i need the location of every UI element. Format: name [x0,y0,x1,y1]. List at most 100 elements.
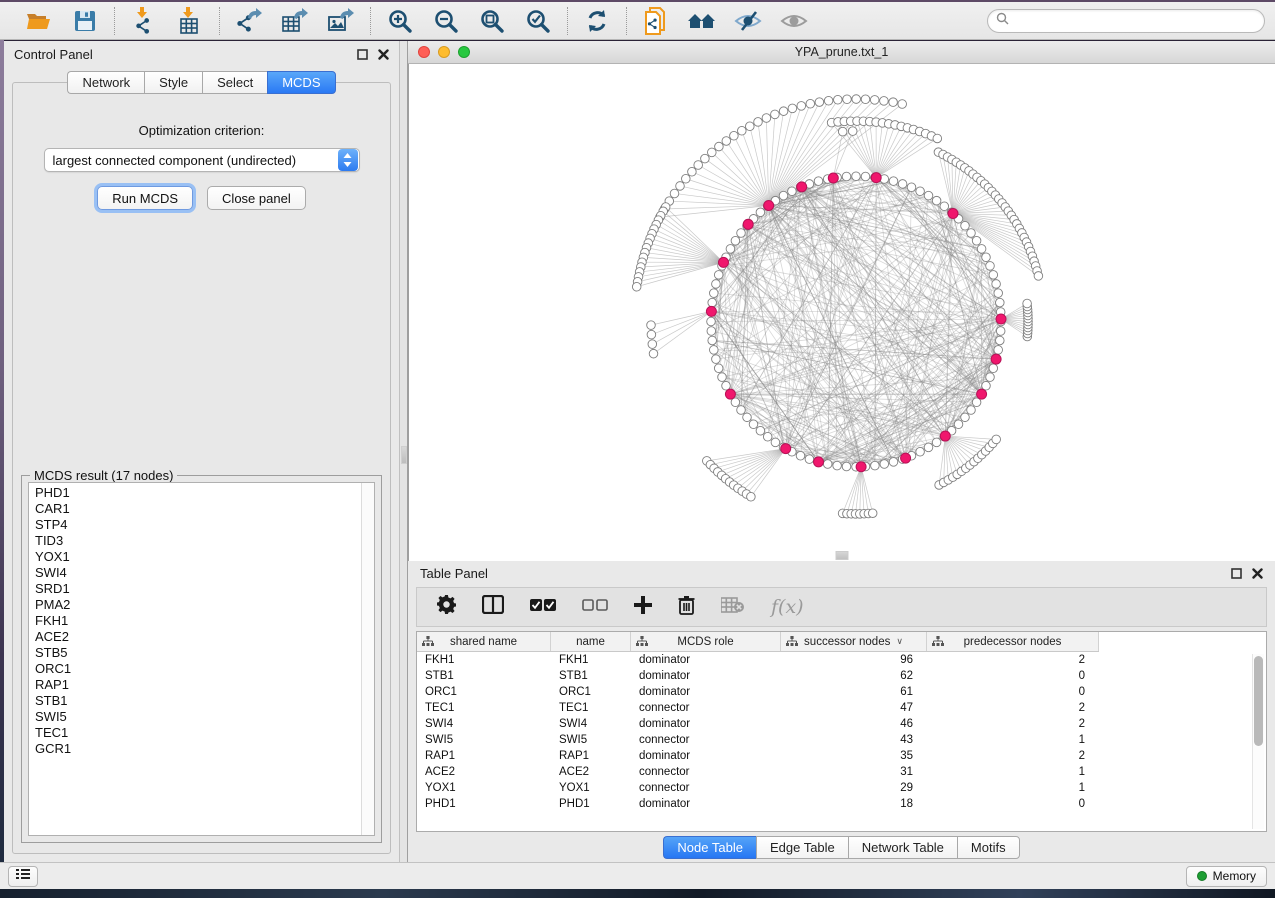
cell-MCDS-role[interactable]: dominator [631,670,781,682]
cell-successor-nodes[interactable]: 47 [781,702,927,714]
close-table-panel-icon[interactable] [1252,568,1263,579]
gear-button[interactable] [437,595,456,619]
tab-network-table[interactable]: Network Table [848,836,957,859]
cell-name[interactable]: YOX1 [551,782,631,794]
cell-name[interactable]: SWI5 [551,734,631,746]
mcds-node-item[interactable]: PMA2 [35,597,374,613]
cell-successor-nodes[interactable]: 96 [781,654,927,666]
column-header-name[interactable]: name [551,632,631,651]
cell-MCDS-role[interactable]: dominator [631,750,781,762]
mcds-node-item[interactable]: YOX1 [35,549,374,565]
table-row[interactable]: FKH1FKH1dominator962 [417,652,1099,668]
table-scrollbar-thumb[interactable] [1254,656,1263,746]
export-image-button[interactable] [326,6,356,36]
close-panel-icon[interactable] [378,49,389,60]
zoom-fit-button[interactable] [477,6,507,36]
cell-successor-nodes[interactable]: 61 [781,686,927,698]
splitter-grip[interactable] [401,446,407,464]
cell-predecessor-nodes[interactable]: 2 [927,750,1099,762]
cell-successor-nodes[interactable]: 18 [781,798,927,810]
add-row-button[interactable] [634,596,652,619]
cell-shared-name[interactable]: PHD1 [417,798,551,810]
horizontal-splitter-grip[interactable] [836,551,849,560]
cell-shared-name[interactable]: TEC1 [417,702,551,714]
cell-MCDS-role[interactable]: connector [631,766,781,778]
cell-predecessor-nodes[interactable]: 1 [927,782,1099,794]
cell-shared-name[interactable]: RAP1 [417,750,551,762]
cell-predecessor-nodes[interactable]: 0 [927,686,1099,698]
cell-MCDS-role[interactable]: connector [631,702,781,714]
float-table-panel-icon[interactable] [1231,568,1242,579]
criterion-select[interactable]: largest connected component (undirected) [44,148,360,172]
cell-name[interactable]: TEC1 [551,702,631,714]
table-row[interactable]: RAP1RAP1dominator352 [417,748,1099,764]
tab-style[interactable]: Style [144,71,202,94]
table-row[interactable]: ORC1ORC1dominator610 [417,684,1099,700]
mcds-node-item[interactable]: TID3 [35,533,374,549]
mcds-result-list[interactable]: PHD1CAR1STP4TID3YOX1SWI4SRD1PMA2FKH1ACE2… [28,482,375,836]
delete-row-button[interactable] [678,595,695,620]
table-row[interactable]: STB1STB1dominator620 [417,668,1099,684]
mcds-node-item[interactable]: TEC1 [35,725,374,741]
float-panel-icon[interactable] [357,49,368,60]
mcds-node-item[interactable]: STB1 [35,693,374,709]
zoom-selected-button[interactable] [523,6,553,36]
cell-predecessor-nodes[interactable]: 0 [927,670,1099,682]
cell-MCDS-role[interactable]: dominator [631,718,781,730]
cell-name[interactable]: STB1 [551,670,631,682]
cell-successor-nodes[interactable]: 46 [781,718,927,730]
cell-predecessor-nodes[interactable]: 2 [927,718,1099,730]
mcds-node-item[interactable]: STB5 [35,645,374,661]
refresh-layout-button[interactable] [582,6,612,36]
show-all-button[interactable] [687,6,717,36]
mcds-list-scrollbar[interactable] [361,483,374,835]
cell-successor-nodes[interactable]: 31 [781,766,927,778]
network-canvas[interactable] [408,64,1275,561]
cell-MCDS-role[interactable]: dominator [631,798,781,810]
import-table-button[interactable] [175,6,205,36]
zoom-in-button[interactable] [385,6,415,36]
mcds-node-item[interactable]: GCR1 [35,741,374,757]
run-mcds-button[interactable]: Run MCDS [97,186,193,210]
cell-shared-name[interactable]: FKH1 [417,654,551,666]
cell-MCDS-role[interactable]: dominator [631,654,781,666]
tab-mcds[interactable]: MCDS [267,71,335,94]
cell-shared-name[interactable]: STB1 [417,670,551,682]
cell-MCDS-role[interactable]: connector [631,734,781,746]
task-history-button[interactable] [8,866,38,887]
cell-predecessor-nodes[interactable]: 2 [927,702,1099,714]
cell-successor-nodes[interactable]: 35 [781,750,927,762]
cell-MCDS-role[interactable]: dominator [631,686,781,698]
export-network-button[interactable] [234,6,264,36]
search-box[interactable] [987,9,1265,33]
split-columns-button[interactable] [482,595,504,619]
cell-name[interactable]: FKH1 [551,654,631,666]
cell-shared-name[interactable]: SWI4 [417,718,551,730]
deselect-all-button[interactable] [582,598,608,617]
mcds-node-item[interactable]: FKH1 [35,613,374,629]
cell-name[interactable]: RAP1 [551,750,631,762]
cell-shared-name[interactable]: YOX1 [417,782,551,794]
zoom-out-button[interactable] [431,6,461,36]
cell-shared-name[interactable]: SWI5 [417,734,551,746]
cell-name[interactable]: ORC1 [551,686,631,698]
tab-motifs[interactable]: Motifs [957,836,1020,859]
table-row[interactable]: ACE2ACE2connector311 [417,764,1099,780]
cell-predecessor-nodes[interactable]: 0 [927,798,1099,810]
tab-select[interactable]: Select [202,71,267,94]
mcds-node-item[interactable]: ACE2 [35,629,374,645]
cell-MCDS-role[interactable]: connector [631,782,781,794]
mcds-node-item[interactable]: STP4 [35,517,374,533]
hide-selected-button[interactable] [733,6,763,36]
cell-predecessor-nodes[interactable]: 2 [927,654,1099,666]
cell-name[interactable]: SWI4 [551,718,631,730]
mcds-node-item[interactable]: RAP1 [35,677,374,693]
cell-predecessor-nodes[interactable]: 1 [927,766,1099,778]
network-from-selection-button[interactable] [641,6,671,36]
close-panel-button[interactable]: Close panel [207,186,306,210]
tab-edge-table[interactable]: Edge Table [756,836,848,859]
column-header-MCDS-role[interactable]: MCDS role [631,632,781,651]
cell-shared-name[interactable]: ORC1 [417,686,551,698]
import-network-button[interactable] [129,6,159,36]
mcds-node-item[interactable]: SWI4 [35,565,374,581]
